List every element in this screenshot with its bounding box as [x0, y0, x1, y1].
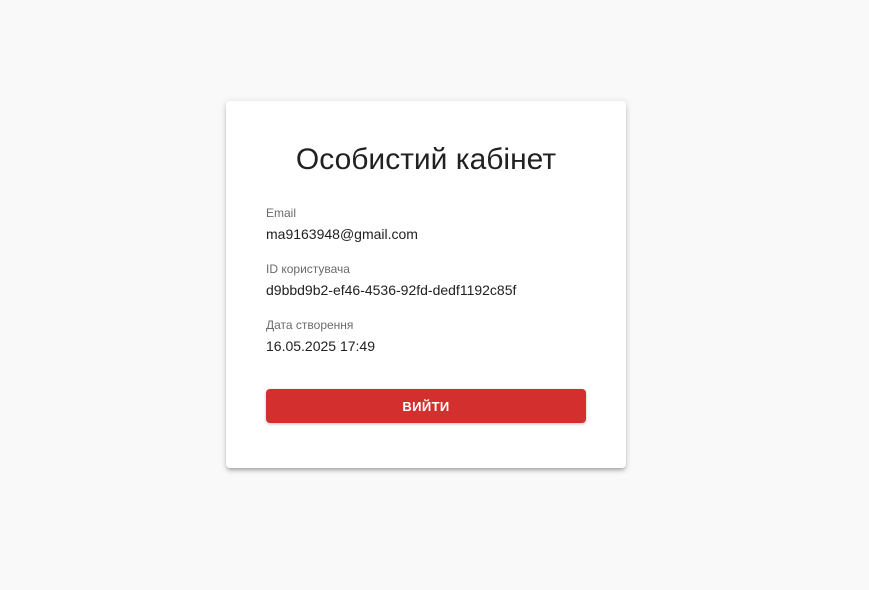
created-date-label: Дата створення — [266, 318, 354, 332]
email-label: Email — [266, 206, 297, 220]
profile-card: Особистий кабінет Email ma9163948@gmail.… — [226, 101, 626, 468]
user-id-value: d9bbd9b2-ef46-4536-92fd-dedf1192c85f — [266, 282, 517, 298]
page-title: Особистий кабінет — [295, 143, 557, 176]
user-id-label: ID користувача — [266, 262, 350, 276]
email-field: Email ma9163948@gmail.com — [266, 206, 586, 243]
email-value: ma9163948@gmail.com — [266, 226, 418, 242]
created-date-value: 16.05.2025 17:49 — [266, 338, 375, 354]
created-date-field: Дата створення 16.05.2025 17:49 — [266, 318, 586, 355]
logout-button[interactable]: Вийти — [266, 389, 586, 423]
user-id-field: ID користувача d9bbd9b2-ef46-4536-92fd-d… — [266, 262, 586, 299]
